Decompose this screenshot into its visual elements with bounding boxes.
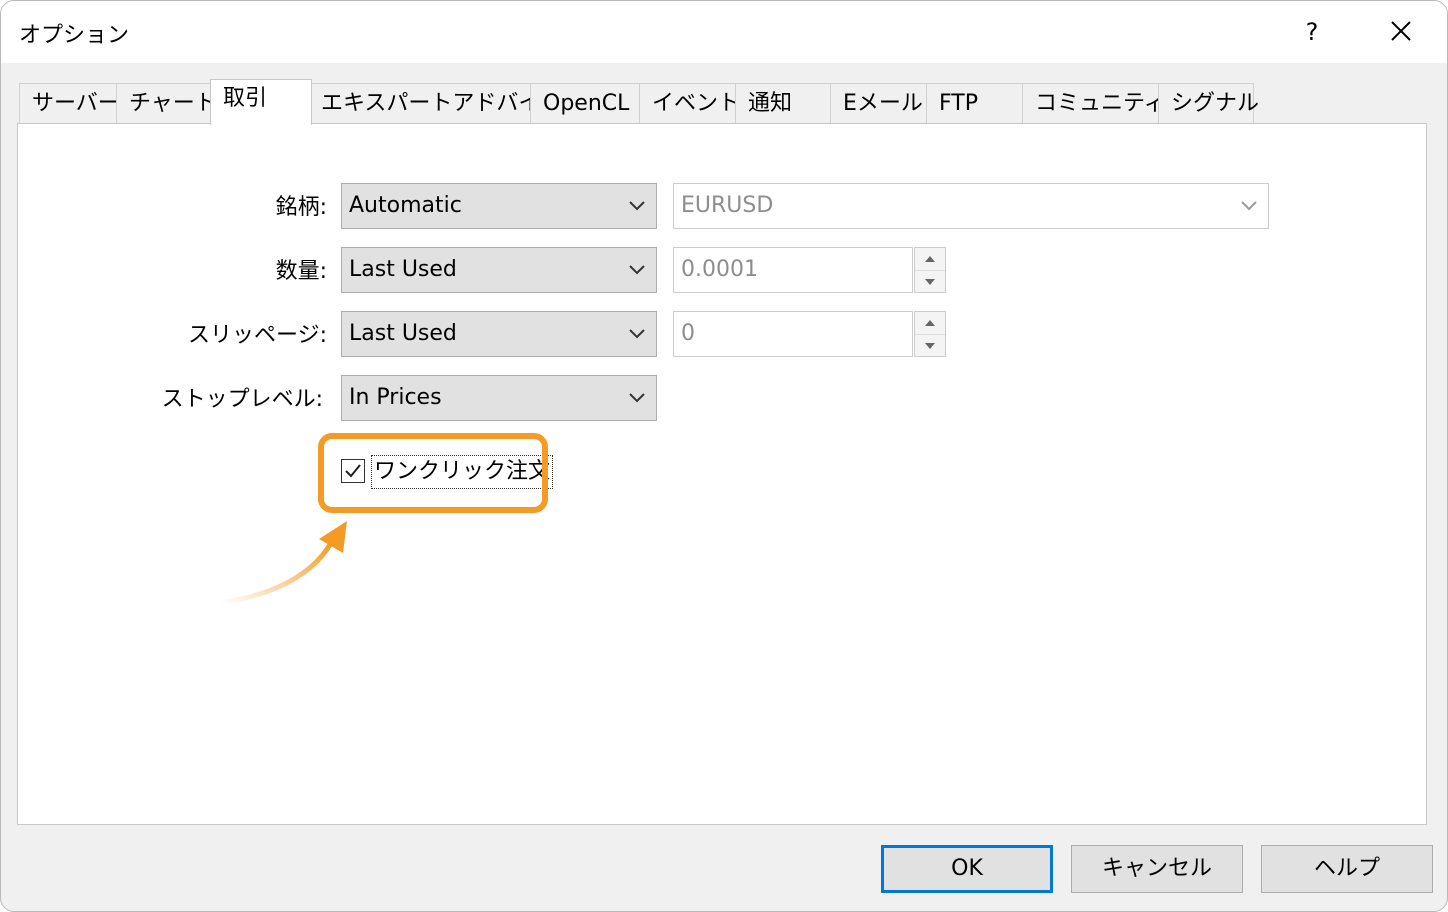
arrow-up-icon (925, 256, 935, 262)
close-button[interactable] (1381, 13, 1421, 51)
chevron-down-icon (1241, 201, 1257, 211)
help-question-button[interactable]: ? (1297, 15, 1327, 49)
volume-mode-select[interactable]: Last Used (341, 247, 657, 293)
tab-signals[interactable]: シグナル (1158, 83, 1259, 123)
tab-opencl[interactable]: OpenCL (530, 83, 640, 123)
slippage-input[interactable]: 0 (673, 311, 913, 357)
volume-spinner (914, 247, 946, 293)
cancel-button[interactable]: キャンセル (1071, 845, 1243, 893)
tab-trade[interactable]: 取引 (210, 79, 312, 125)
volume-input[interactable]: 0.0001 (673, 247, 913, 293)
stop-level-select[interactable]: In Prices (341, 375, 657, 421)
symbol-mode-value: Automatic (349, 193, 462, 218)
tab-notifications[interactable]: 通知 (735, 83, 831, 123)
tab-events[interactable]: イベント (639, 83, 740, 123)
arrow-up-icon (925, 320, 935, 326)
symbol-mode-select[interactable]: Automatic (341, 183, 657, 229)
volume-mode-value: Last Used (349, 257, 457, 282)
volume-spin-down[interactable] (915, 271, 945, 293)
symbol-label: 銘柄: (275, 195, 327, 220)
title-bar: オプション ? (1, 1, 1447, 63)
chevron-down-icon (629, 201, 645, 211)
options-dialog: オプション ? サーバー チャート 取引 エキスパートアドバイザ OpenCL … (0, 0, 1448, 912)
chevron-down-icon (629, 265, 645, 275)
symbol-value: EURUSD (681, 193, 774, 218)
slippage-spin-down[interactable] (915, 335, 945, 357)
dialog-title: オプション (19, 23, 130, 48)
annotation-highlight-box (318, 433, 548, 513)
close-icon (1391, 21, 1411, 41)
slippage-spin-up[interactable] (915, 312, 945, 335)
help-button[interactable]: ヘルプ (1261, 845, 1433, 893)
curved-arrow-icon (218, 521, 347, 606)
tab-community[interactable]: コミュニティー (1022, 83, 1188, 123)
volume-spin-up[interactable] (915, 248, 945, 271)
ok-button[interactable]: OK (881, 845, 1053, 893)
tab-ftp[interactable]: FTP (926, 83, 1023, 123)
slippage-mode-select[interactable]: Last Used (341, 311, 657, 357)
arrow-down-icon (925, 343, 935, 349)
tab-chart[interactable]: チャート (116, 83, 217, 123)
volume-label: 数量: (275, 259, 327, 284)
arrow-down-icon (925, 279, 935, 285)
tab-expert-advisors[interactable]: エキスパートアドバイザ (310, 83, 562, 123)
slippage-spinner (914, 311, 946, 357)
tab-email[interactable]: Eメール (830, 83, 927, 123)
slippage-mode-value: Last Used (349, 321, 457, 346)
chevron-down-icon (629, 329, 645, 339)
stop-level-value: In Prices (349, 385, 442, 410)
slippage-label: スリッページ: (188, 323, 327, 348)
symbol-select[interactable]: EURUSD (673, 183, 1269, 229)
tab-server[interactable]: サーバー (19, 83, 120, 123)
chevron-down-icon (629, 393, 645, 403)
stop-level-label: ストップレベル: (161, 387, 323, 412)
